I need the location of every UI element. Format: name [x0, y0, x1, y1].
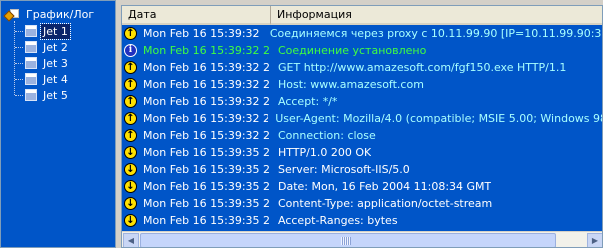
tree-item-jet-3[interactable]: Jet 3 — [15, 55, 70, 71]
log-message: Соединяемся через proxy с 10.11.99.90 [I… — [269, 27, 603, 40]
log-row[interactable]: i Mon Feb 16 15:39:32 2... Соединение ус… — [122, 42, 602, 59]
arrow-up-icon: ↑ — [124, 129, 137, 142]
window-icon — [25, 41, 37, 53]
log-date: Mon Feb 16 15:39:32 2... — [143, 44, 271, 57]
log-message: Соединение установлено — [278, 44, 427, 57]
log-row[interactable]: ↓ Mon Feb 16 15:39:35 2... HTTP/1.0 200 … — [122, 144, 602, 161]
arrow-down-icon: ↓ — [124, 146, 137, 159]
scroll-left-icon[interactable]: ◀ — [123, 233, 139, 247]
chart-log-icon — [3, 6, 21, 22]
log-date: Mon Feb 16 15:39:32 2... — [143, 95, 271, 108]
window-icon — [25, 73, 37, 85]
window-icon — [25, 57, 37, 69]
info-icon: i — [124, 44, 137, 57]
log-date: Mon Feb 16 15:39:32 2... — [143, 78, 271, 91]
jobs-tree[interactable]: График/Лог Jet 1 Jet 2 Jet 3 Jet 4 Jet 5 — [0, 0, 116, 248]
log-date: Mon Feb 16 15:39:35 2... — [143, 146, 271, 159]
tree-item-label: Jet 4 — [43, 72, 68, 86]
log-message: Accept-Ranges: bytes — [278, 214, 398, 227]
scroll-right-icon[interactable]: ▶ — [587, 233, 602, 247]
log-row[interactable]: ↓ Mon Feb 16 15:39:35 2... Server: Micro… — [122, 161, 602, 178]
log-row[interactable]: ↑ Mon Feb 16 15:39:32 2... User-Agent: M… — [122, 110, 603, 127]
log-date: Mon Feb 16 15:39:32 2... — [143, 27, 263, 40]
tree-root[interactable]: График/Лог — [3, 6, 95, 22]
tree-item-jet-2[interactable]: Jet 2 — [15, 39, 70, 55]
log-row[interactable]: ↓ Mon Feb 16 15:39:35 2... Accept-Ranges… — [122, 212, 602, 229]
list-header: Дата Информация — [122, 6, 602, 25]
log-row[interactable]: ↓ Mon Feb 16 15:39:35 2... Date: Mon, 16… — [122, 178, 602, 195]
tree-item-jet-1[interactable]: Jet 1 — [15, 22, 71, 40]
log-row[interactable]: ↑ Mon Feb 16 15:39:32 2... Соединяемся ч… — [122, 25, 603, 42]
horizontal-scrollbar[interactable]: ◀ ▶ — [122, 231, 602, 247]
log-date: Mon Feb 16 15:39:32 2... — [143, 112, 269, 125]
tree-item-label: Jet 5 — [43, 88, 68, 102]
log-row[interactable]: ↑ Mon Feb 16 15:39:32 2... Accept: */* — [122, 93, 602, 110]
arrow-up-icon: ↑ — [124, 61, 137, 74]
grip-icon — [341, 237, 351, 245]
log-message: Date: Mon, 16 Feb 2004 11:08:34 GMT — [278, 180, 492, 193]
log-message: Connection: close — [278, 129, 376, 142]
log-date: Mon Feb 16 15:39:32 2... — [143, 129, 271, 142]
arrow-up-icon: ↑ — [124, 78, 137, 91]
log-row[interactable]: ↑ Mon Feb 16 15:39:32 2... GET http://ww… — [122, 59, 602, 76]
log-message: Accept: */* — [278, 95, 338, 108]
tree-item-label: Jet 3 — [43, 56, 68, 70]
log-message: HTTP/1.0 200 OK — [278, 146, 372, 159]
arrow-up-icon: ↑ — [124, 27, 137, 40]
tree-item-label: Jet 2 — [43, 40, 68, 54]
log-date: Mon Feb 16 15:39:32 2... — [143, 61, 271, 74]
tree-item-label: Jet 1 — [40, 22, 71, 40]
column-header-date[interactable]: Дата — [122, 6, 271, 25]
scrollbar-thumb[interactable] — [140, 233, 556, 247]
log-message: Host: www.amazesoft.com — [278, 78, 424, 91]
log-row[interactable]: ↑ Mon Feb 16 15:39:32 2... Host: www.ama… — [122, 76, 602, 93]
arrow-down-icon: ↓ — [124, 180, 137, 193]
log-rows: ↑ Mon Feb 16 15:39:32 2... Соединяемся ч… — [122, 25, 603, 229]
log-row[interactable]: ↓ Mon Feb 16 15:39:35 2... Content-Type:… — [122, 195, 602, 212]
tree-root-label: График/Лог — [26, 7, 95, 21]
arrow-down-icon: ↓ — [124, 197, 137, 210]
log-date: Mon Feb 16 15:39:35 2... — [143, 214, 271, 227]
log-list[interactable]: Дата Информация ↑ Mon Feb 16 15:39:32 2.… — [121, 5, 603, 248]
log-message: Content-Type: application/octet-stream — [278, 197, 493, 210]
log-date: Mon Feb 16 15:39:35 2... — [143, 163, 271, 176]
log-message: Server: Microsoft-IIS/5.0 — [278, 163, 410, 176]
arrow-up-icon: ↑ — [124, 95, 137, 108]
column-header-info[interactable]: Информация — [271, 6, 602, 25]
window-icon — [25, 89, 37, 101]
log-row[interactable]: ↑ Mon Feb 16 15:39:32 2... Connection: c… — [122, 127, 602, 144]
arrow-down-icon: ↓ — [124, 163, 137, 176]
log-message: GET http://www.amazesoft.com/fgf150.exe … — [278, 61, 567, 74]
log-date: Mon Feb 16 15:39:35 2... — [143, 197, 271, 210]
tree-item-jet-5[interactable]: Jet 5 — [15, 87, 70, 103]
tree-item-jet-4[interactable]: Jet 4 — [15, 71, 70, 87]
log-message: User-Agent: Mozilla/4.0 (compatible; MSI… — [275, 112, 603, 125]
window-icon — [25, 25, 37, 37]
arrow-down-icon: ↓ — [124, 214, 137, 227]
arrow-up-icon: ↑ — [124, 112, 137, 125]
log-date: Mon Feb 16 15:39:35 2... — [143, 180, 271, 193]
